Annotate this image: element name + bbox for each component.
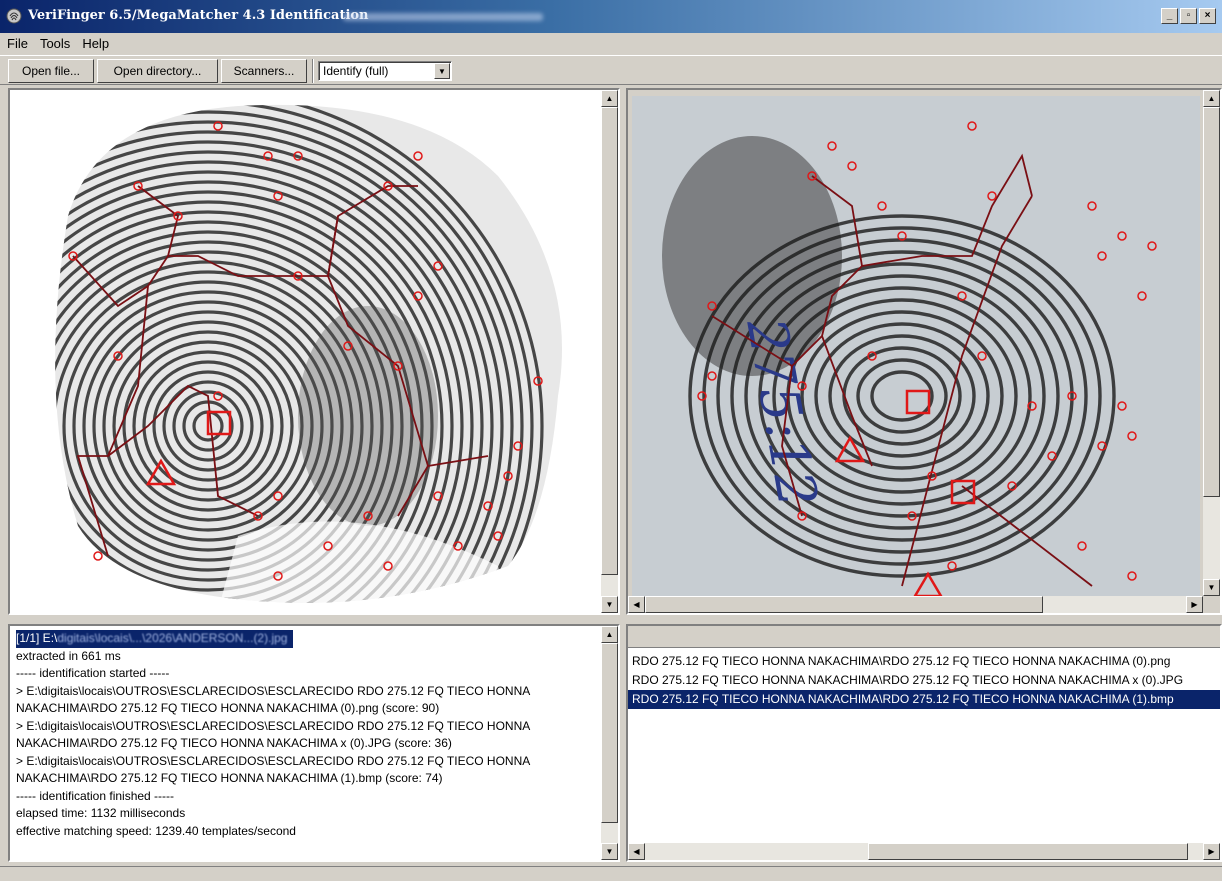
scroll-up-icon[interactable]: ▲ bbox=[1203, 90, 1220, 107]
log-line[interactable]: [1/1] E:\digitais\locais\...\2026\ANDERS… bbox=[16, 630, 294, 648]
candidate-image-panel[interactable]: 275:12 ▲ ▼ ◀ ▶ bbox=[626, 88, 1222, 615]
title-redacted bbox=[343, 13, 543, 21]
scroll-right-icon[interactable]: ▶ bbox=[1203, 843, 1220, 860]
minimize-button[interactable]: _ bbox=[1161, 8, 1178, 24]
candidate-horizontal-scrollbar[interactable]: ◀ ▶ bbox=[628, 596, 1203, 613]
scanners-button[interactable]: Scanners... bbox=[221, 59, 307, 83]
log-line-text: NAKACHIMA\RDO 275.12 FQ TIECO HONNA NAKA… bbox=[16, 771, 443, 785]
log-line[interactable]: extracted in 661 ms bbox=[16, 649, 121, 663]
log-line-text: > E:\digitais\locais\OUTROS\ESCLARECIDOS… bbox=[16, 718, 531, 733]
scroll-down-icon[interactable]: ▼ bbox=[601, 843, 618, 860]
log-line-redacted: digitais\locais\...\2026\ANDERSON...(2).… bbox=[57, 631, 288, 645]
log-line[interactable]: NAKACHIMA\RDO 275.12 FQ TIECO HONNA NAKA… bbox=[16, 736, 452, 750]
candidate-vertical-scrollbar[interactable]: ▲ ▼ bbox=[1203, 90, 1220, 596]
close-button[interactable]: × bbox=[1199, 8, 1216, 24]
log-line[interactable]: effective matching speed: 1239.40 templa… bbox=[16, 824, 296, 838]
log-line[interactable]: ----- identification started ----- bbox=[16, 666, 169, 680]
log-line[interactable]: > E:\digitais\locais\OUTROS\ESCLARECIDOS… bbox=[16, 754, 530, 768]
toolbar: Open file... Open directory... Scanners.… bbox=[0, 55, 1222, 85]
log-panel[interactable]: [1/1] E:\digitais\locais\...\2026\ANDERS… bbox=[8, 624, 620, 862]
maximize-button[interactable]: ▫ bbox=[1180, 8, 1197, 24]
mode-select[interactable]: Identify (full) ▼ bbox=[318, 61, 452, 81]
log-line-text: > E:\digitais\locais\OUTROS\ESCLARECIDOS… bbox=[16, 683, 531, 698]
log-line-text: elapsed time: 1132 milliseconds bbox=[16, 806, 186, 820]
scroll-thumb[interactable] bbox=[601, 643, 618, 823]
title-bar[interactable]: VeriFinger 6.5/MegaMatcher 4.3 Identific… bbox=[0, 0, 1222, 33]
app-window: VeriFinger 6.5/MegaMatcher 4.3 Identific… bbox=[0, 0, 1222, 881]
log-line-text: NAKACHIMA\RDO 275.12 FQ TIECO HONNA NAKA… bbox=[16, 701, 440, 715]
scroll-thumb[interactable] bbox=[868, 843, 1188, 860]
toolbar-separator bbox=[312, 59, 314, 83]
chevron-down-icon[interactable]: ▼ bbox=[434, 63, 450, 79]
probe-image-panel[interactable]: ▲ ▼ bbox=[8, 88, 620, 615]
scroll-down-icon[interactable]: ▼ bbox=[601, 596, 618, 613]
scroll-up-icon[interactable]: ▲ bbox=[601, 626, 618, 643]
scroll-right-icon[interactable]: ▶ bbox=[1186, 596, 1203, 613]
log-line-text: extracted in 661 ms bbox=[16, 648, 121, 663]
result-item[interactable]: RDO 275.12 FQ TIECO HONNA NAKACHIMA\RDO … bbox=[628, 671, 1220, 690]
results-horizontal-scrollbar[interactable]: ◀ ▶ bbox=[628, 843, 1220, 860]
log-line-text: NAKACHIMA\RDO 275.12 FQ TIECO HONNA NAKA… bbox=[16, 736, 452, 750]
scroll-down-icon[interactable]: ▼ bbox=[1203, 579, 1220, 596]
fingerprint-app-icon bbox=[6, 8, 22, 24]
candidate-fingerprint-image: 275:12 bbox=[632, 96, 1200, 596]
status-bar bbox=[0, 866, 1222, 881]
results-panel[interactable]: RDO 275.12 FQ TIECO HONNA NAKACHIMA\RDO … bbox=[626, 624, 1222, 862]
scroll-thumb[interactable] bbox=[1203, 107, 1220, 497]
log-line-text: [1/1] E:\ bbox=[16, 631, 58, 645]
menu-help[interactable]: Help bbox=[81, 36, 110, 51]
scroll-left-icon[interactable]: ◀ bbox=[628, 843, 645, 860]
probe-fingerprint-image bbox=[55, 104, 563, 603]
mode-select-value: Identify (full) bbox=[323, 64, 389, 78]
log-line[interactable]: NAKACHIMA\RDO 275.12 FQ TIECO HONNA NAKA… bbox=[16, 771, 443, 785]
menu-tools[interactable]: Tools bbox=[39, 36, 71, 51]
scroll-up-icon[interactable]: ▲ bbox=[601, 90, 618, 107]
menu-bar: File Tools Help bbox=[0, 33, 1222, 54]
scroll-thumb[interactable] bbox=[601, 107, 618, 575]
log-line-text: ----- identification finished ----- bbox=[16, 788, 175, 803]
results-list: RDO 275.12 FQ TIECO HONNA NAKACHIMA\RDO … bbox=[628, 652, 1220, 709]
log-line-text: ----- identification started ----- bbox=[16, 666, 170, 680]
result-item[interactable]: RDO 275.12 FQ TIECO HONNA NAKACHIMA\RDO … bbox=[628, 690, 1220, 709]
log-line[interactable]: NAKACHIMA\RDO 275.12 FQ TIECO HONNA NAKA… bbox=[16, 701, 439, 715]
log-line-text: > E:\digitais\locais\OUTROS\ESCLARECIDOS… bbox=[16, 753, 531, 768]
log-list: [1/1] E:\digitais\locais\...\2026\ANDERS… bbox=[16, 630, 596, 840]
log-line[interactable]: > E:\digitais\locais\OUTROS\ESCLARECIDOS… bbox=[16, 719, 530, 733]
result-item[interactable]: RDO 275.12 FQ TIECO HONNA NAKACHIMA\RDO … bbox=[628, 652, 1220, 671]
log-vertical-scrollbar[interactable]: ▲ ▼ bbox=[601, 626, 618, 860]
log-line[interactable]: elapsed time: 1132 milliseconds bbox=[16, 806, 185, 820]
log-line-text: effective matching speed: 1239.40 templa… bbox=[16, 823, 296, 838]
probe-vertical-scrollbar[interactable]: ▲ ▼ bbox=[601, 90, 618, 613]
menu-file[interactable]: File bbox=[6, 36, 29, 51]
open-directory-button[interactable]: Open directory... bbox=[97, 59, 218, 83]
scroll-left-icon[interactable]: ◀ bbox=[628, 596, 645, 613]
open-file-button[interactable]: Open file... bbox=[8, 59, 94, 83]
log-line[interactable]: ----- identification finished ----- bbox=[16, 789, 174, 803]
scroll-thumb[interactable] bbox=[645, 596, 1043, 613]
log-line[interactable]: > E:\digitais\locais\OUTROS\ESCLARECIDOS… bbox=[16, 684, 530, 698]
window-title: VeriFinger 6.5/MegaMatcher 4.3 Identific… bbox=[28, 8, 369, 23]
results-header bbox=[628, 626, 1220, 648]
